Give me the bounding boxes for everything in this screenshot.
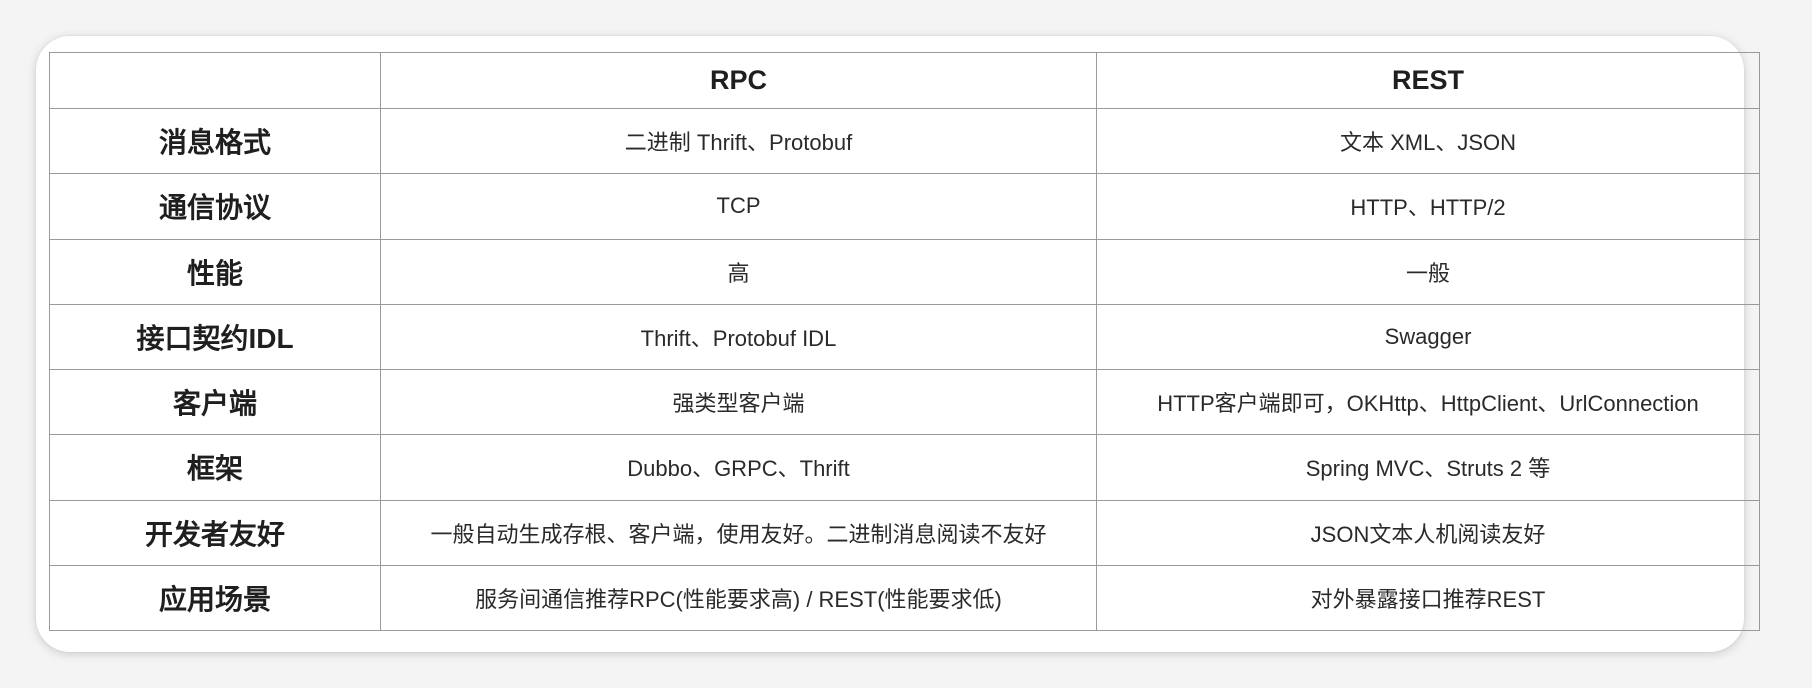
table-row: 性能 高 一般 [49, 238, 1760, 305]
header-rpc: RPC [380, 52, 1097, 109]
rpc-rest-comparison-table: RPC REST 消息格式 二进制 Thrift、Protobuf 文本 XML… [49, 52, 1760, 632]
rest-cell: 一般 [1096, 238, 1760, 305]
rest-cell: 对外暴露接口推荐REST [1096, 564, 1760, 632]
rest-cell: HTTP、HTTP/2 [1096, 173, 1760, 240]
row-label: 性能 [49, 238, 381, 305]
table-row: 开发者友好 一般自动生成存根、客户端，使用友好。二进制消息阅读不友好 JSON文… [49, 499, 1760, 566]
header-corner-cell [49, 52, 381, 109]
table-row: 消息格式 二进制 Thrift、Protobuf 文本 XML、JSON [49, 107, 1760, 175]
table-row: 应用场景 服务间通信推荐RPC(性能要求高) / REST(性能要求低) 对外暴… [49, 564, 1760, 632]
row-label: 客户端 [49, 368, 381, 436]
row-label: 通信协议 [49, 173, 381, 240]
rpc-cell: 强类型客户端 [380, 368, 1097, 436]
row-label: 框架 [49, 434, 381, 501]
table-row: 通信协议 TCP HTTP、HTTP/2 [49, 173, 1760, 240]
rpc-cell: TCP [380, 173, 1097, 240]
rest-cell: JSON文本人机阅读友好 [1096, 499, 1760, 566]
row-label: 应用场景 [49, 564, 381, 632]
row-label: 接口契约IDL [49, 303, 381, 371]
row-label: 开发者友好 [49, 499, 381, 566]
rest-cell: 文本 XML、JSON [1096, 107, 1760, 175]
rpc-cell: 高 [380, 238, 1097, 305]
header-row: RPC REST [49, 52, 1760, 109]
rest-cell: Spring MVC、Struts 2 等 [1096, 434, 1760, 501]
rpc-cell: 一般自动生成存根、客户端，使用友好。二进制消息阅读不友好 [380, 499, 1097, 566]
rest-cell: Swagger [1096, 303, 1760, 371]
table-row: 框架 Dubbo、GRPC、Thrift Spring MVC、Struts 2… [49, 434, 1760, 501]
rpc-cell: 服务间通信推荐RPC(性能要求高) / REST(性能要求低) [380, 564, 1097, 632]
row-label: 消息格式 [49, 107, 381, 175]
table-row: 客户端 强类型客户端 HTTP客户端即可，OKHttp、HttpClient、U… [49, 368, 1760, 436]
rpc-cell: Dubbo、GRPC、Thrift [380, 434, 1097, 501]
rpc-cell: 二进制 Thrift、Protobuf [380, 107, 1097, 175]
rpc-cell: Thrift、Protobuf IDL [380, 303, 1097, 371]
rest-cell: HTTP客户端即可，OKHttp、HttpClient、UrlConnectio… [1096, 368, 1760, 436]
table-row: 接口契约IDL Thrift、Protobuf IDL Swagger [49, 303, 1760, 371]
header-rest: REST [1096, 52, 1760, 109]
